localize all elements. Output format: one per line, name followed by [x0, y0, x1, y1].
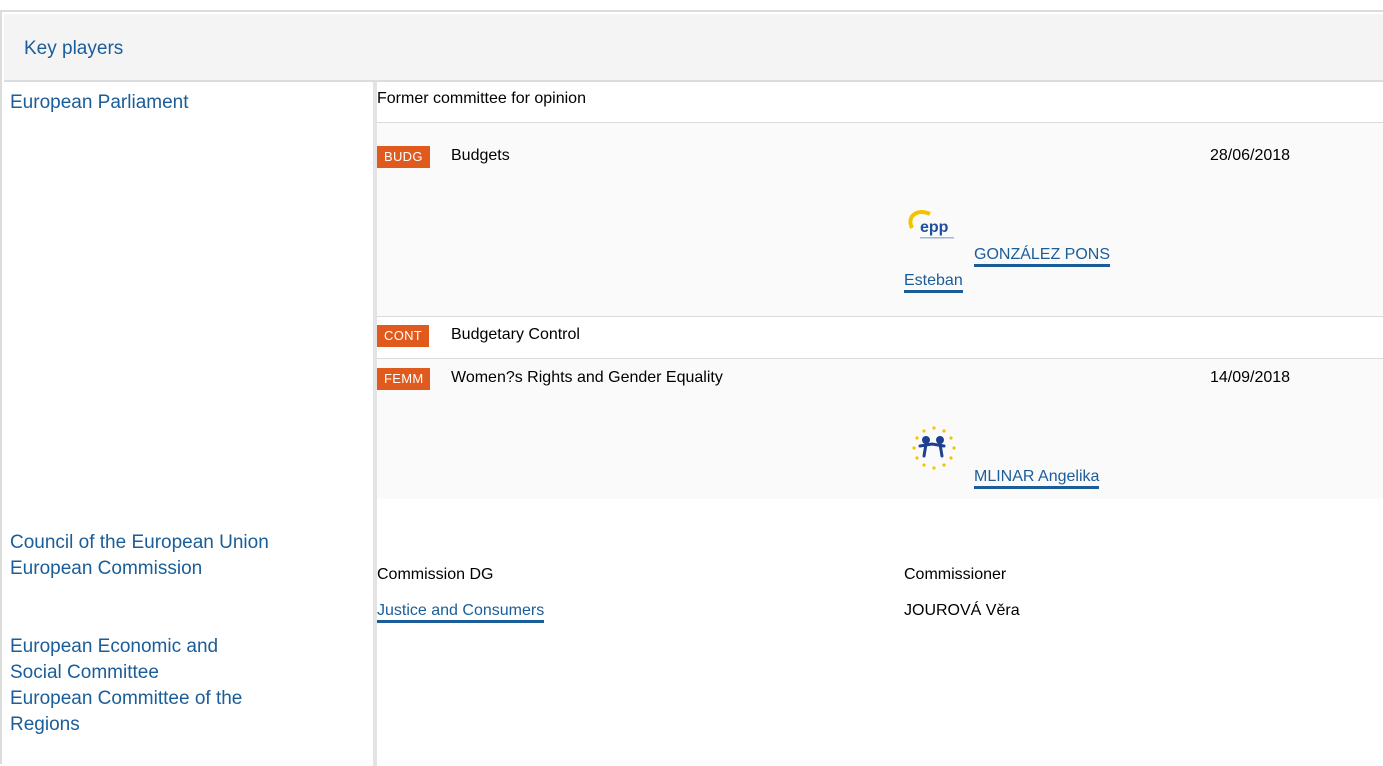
committee-badge-budg[interactable]: BUDG: [377, 146, 430, 168]
institution-eesc-line2: Social Committee: [10, 662, 159, 683]
institution-eesc-line1: European Economic and: [10, 636, 219, 657]
institution-cor-line1: European Committee of the: [10, 688, 243, 709]
row-divider: [377, 316, 1383, 317]
committee-name-budg: Budgets: [451, 147, 510, 164]
rapporteur-femm[interactable]: MLINAR Angelika: [904, 464, 1204, 490]
institution-council[interactable]: Council of the European Union: [10, 530, 269, 556]
former-committee-label: Former committee for opinion: [377, 90, 586, 107]
rapporteur-budg[interactable]: GONZÁLEZ PONS Esteban: [904, 242, 1204, 294]
committee-badge-femm[interactable]: FEMM: [377, 368, 431, 390]
svg-text:epp: epp: [920, 219, 949, 236]
committee-badge-cont[interactable]: CONT: [377, 325, 430, 347]
commissioner-value: JOUROVÁ Věra: [904, 602, 1020, 619]
committee-name-femm: Women?s Rights and Gender Equality: [451, 369, 723, 386]
institution-cor-line2: Regions: [10, 714, 80, 735]
rapporteur-link-budg-line1[interactable]: GONZÁLEZ PONS: [974, 246, 1111, 267]
institutions-column: European Parliament Council of the Europ…: [4, 82, 373, 766]
institution-parliament[interactable]: European Parliament: [10, 90, 189, 116]
rapporteur-link-femm[interactable]: MLINAR Angelika: [974, 468, 1100, 489]
commission-dg-label: Commission DG: [377, 566, 494, 583]
details-column: Former committee for opinion BUDG Budget…: [377, 82, 1383, 766]
committee-date-femm: 14/09/2018: [1210, 369, 1291, 386]
panel-title: Key players: [24, 38, 124, 59]
commissioner-label: Commissioner: [904, 566, 1007, 583]
panel-header: Key players: [4, 14, 1383, 82]
commission-dg-value[interactable]: Justice and Consumers: [377, 598, 545, 624]
commission-dg-link[interactable]: Justice and Consumers: [377, 602, 545, 623]
committee-name-cont: Budgetary Control: [451, 326, 580, 343]
institution-cor[interactable]: European Committee of the Regions: [10, 686, 242, 738]
committee-date-budg: 28/06/2018: [1210, 147, 1291, 164]
rapporteur-link-budg-line2[interactable]: Esteban: [904, 272, 963, 293]
institution-eesc[interactable]: European Economic and Social Committee: [10, 634, 218, 686]
institution-commission[interactable]: European Commission: [10, 556, 202, 582]
key-players-panel: Key players European Parliament Council …: [0, 10, 1383, 766]
